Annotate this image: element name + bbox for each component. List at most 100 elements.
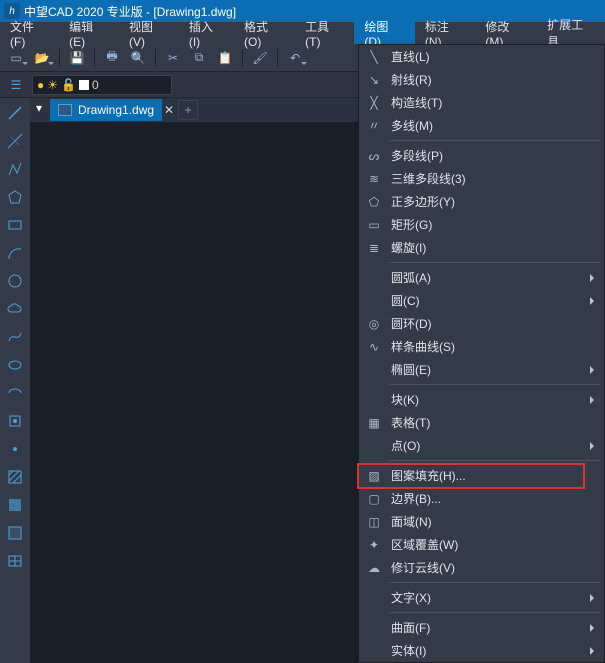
circle-icon (7, 273, 23, 289)
menu-item-surface[interactable]: 曲面(F) (359, 616, 604, 639)
menu-item-circle[interactable]: 圆(C) (359, 289, 604, 312)
bulb-icon: ● (37, 78, 44, 92)
menu-item-ray[interactable]: ↘射线(R) (359, 68, 604, 91)
tool-rect[interactable] (4, 214, 26, 236)
menu-item-spline[interactable]: ∿样条曲线(S) (359, 335, 604, 358)
undo-icon: ↶ (290, 51, 300, 65)
donut-icon: ◎ (359, 317, 389, 331)
tool-xline[interactable] (4, 130, 26, 152)
new-icon: ▭ (10, 51, 21, 65)
point-icon (7, 441, 23, 457)
menu-item-table[interactable]: ▦表格(T) (359, 411, 604, 434)
preview-button[interactable]: 🔍 (126, 47, 150, 69)
menu-item-text[interactable]: 文字(X) (359, 586, 604, 609)
preview-icon: 🔍 (131, 51, 146, 65)
submenu-arrow-icon (590, 274, 598, 282)
polygon-icon: ⬠ (359, 195, 389, 209)
boundary-icon: ▢ (359, 492, 389, 506)
new-button[interactable]: ▭ (4, 47, 28, 69)
menu-file[interactable]: 文件(F) (0, 22, 59, 44)
menu-item-revcloud[interactable]: ☁修订云线(V) (359, 556, 604, 579)
block-icon (7, 413, 23, 429)
layer-manager-button[interactable]: ☰ (4, 74, 28, 96)
tool-pline[interactable] (4, 158, 26, 180)
submenu-arrow-icon (590, 624, 598, 632)
table-icon: ▦ (359, 416, 389, 430)
revcloud-icon: ☁ (359, 561, 389, 575)
line-icon: ╲ (359, 50, 389, 64)
print-button[interactable]: 🖶 (100, 47, 124, 69)
menu-edit[interactable]: 编辑(E) (59, 22, 119, 44)
menu-item-xline[interactable]: ╳构造线(T) (359, 91, 604, 114)
open-button[interactable]: 📂 (30, 47, 54, 69)
hatch-icon: ▨ (359, 469, 389, 483)
tool-gradient[interactable] (4, 494, 26, 516)
dwg-icon (58, 104, 72, 116)
menu-dimension[interactable]: 标注(N) (415, 22, 476, 44)
menu-modify[interactable]: 修改(M) (475, 22, 537, 44)
tool-hatch[interactable] (4, 466, 26, 488)
tool-ellipse-arc[interactable] (4, 382, 26, 404)
menu-view[interactable]: 视图(V) (119, 22, 179, 44)
copy-button[interactable]: ⧉ (187, 47, 211, 69)
save-icon: 💾 (70, 51, 85, 65)
menu-item-ellipse[interactable]: 椭圆(E) (359, 358, 604, 381)
menu-item-helix[interactable]: ≣螺旋(I) (359, 236, 604, 259)
menu-item-polygon[interactable]: ⬠正多边形(Y) (359, 190, 604, 213)
mline-icon: 〃 (359, 117, 389, 134)
menu-item-boundary[interactable]: ▢边界(B)... (359, 487, 604, 510)
menu-item-mline[interactable]: 〃多线(M) (359, 114, 604, 137)
undo-button[interactable]: ↶ (283, 47, 307, 69)
layers-icon: ☰ (11, 78, 22, 92)
tab-add-button[interactable]: + (178, 100, 198, 120)
tool-block[interactable] (4, 410, 26, 432)
match-button[interactable]: 🖌 (248, 47, 272, 69)
spline-icon: ∿ (359, 340, 389, 354)
menu-tools[interactable]: 工具(T) (295, 22, 354, 44)
menu-item-line[interactable]: ╲直线(L) (359, 45, 604, 68)
region-icon (7, 525, 23, 541)
layer-combo[interactable]: ● ☀ 🔓 0 (32, 75, 172, 95)
menu-item-point[interactable]: 点(O) (359, 434, 604, 457)
table-icon (7, 553, 23, 569)
menu-item-donut[interactable]: ◎圆环(D) (359, 312, 604, 335)
tool-circle[interactable] (4, 270, 26, 292)
wipeout-icon: ✦ (359, 538, 389, 552)
menu-bar: 文件(F) 编辑(E) 视图(V) 插入(I) 格式(O) 工具(T) 绘图(D… (0, 22, 605, 44)
tool-line[interactable] (4, 102, 26, 124)
document-tab[interactable]: Drawing1.dwg (50, 99, 162, 121)
tab-caret-icon: ▾ (36, 101, 42, 115)
tool-arc[interactable] (4, 242, 26, 264)
paste-button[interactable]: 📋 (213, 47, 237, 69)
menu-item-solid[interactable]: 实体(I) (359, 639, 604, 662)
menu-item-arc[interactable]: 圆弧(A) (359, 266, 604, 289)
menu-format[interactable]: 格式(O) (234, 22, 295, 44)
lock-icon: 🔓 (61, 78, 76, 92)
rect-icon: ▭ (359, 218, 389, 232)
tool-polygon[interactable] (4, 186, 26, 208)
tool-spline[interactable] (4, 326, 26, 348)
menu-item-region[interactable]: ◫面域(N) (359, 510, 604, 533)
tool-ellipse[interactable] (4, 354, 26, 376)
pline3d-icon: ≋ (359, 172, 389, 186)
menu-ext[interactable]: 扩展工具 (537, 22, 605, 44)
menu-item-wipeout[interactable]: ✦区域覆盖(W) (359, 533, 604, 556)
menu-item-hatch[interactable]: ▨图案填充(H)... (359, 464, 604, 487)
tool-point[interactable] (4, 438, 26, 460)
submenu-arrow-icon (590, 366, 598, 374)
menu-insert[interactable]: 插入(I) (179, 22, 234, 44)
line-icon (7, 105, 23, 121)
save-button[interactable]: 💾 (65, 47, 89, 69)
tool-region[interactable] (4, 522, 26, 544)
cut-button[interactable]: ✂ (161, 47, 185, 69)
pline-icon (7, 161, 23, 177)
tool-revcloud[interactable] (4, 298, 26, 320)
menu-draw[interactable]: 绘图(D) (354, 22, 415, 44)
tool-table[interactable] (4, 550, 26, 572)
menu-item-pline[interactable]: ᔕ多段线(P) (359, 144, 604, 167)
menu-item-pline3d[interactable]: ≋三维多段线(3) (359, 167, 604, 190)
menu-item-block[interactable]: 块(K) (359, 388, 604, 411)
menu-item-rect[interactable]: ▭矩形(G) (359, 213, 604, 236)
tab-close-button[interactable]: ✕ (164, 103, 174, 117)
sun-icon: ☀ (47, 78, 58, 92)
